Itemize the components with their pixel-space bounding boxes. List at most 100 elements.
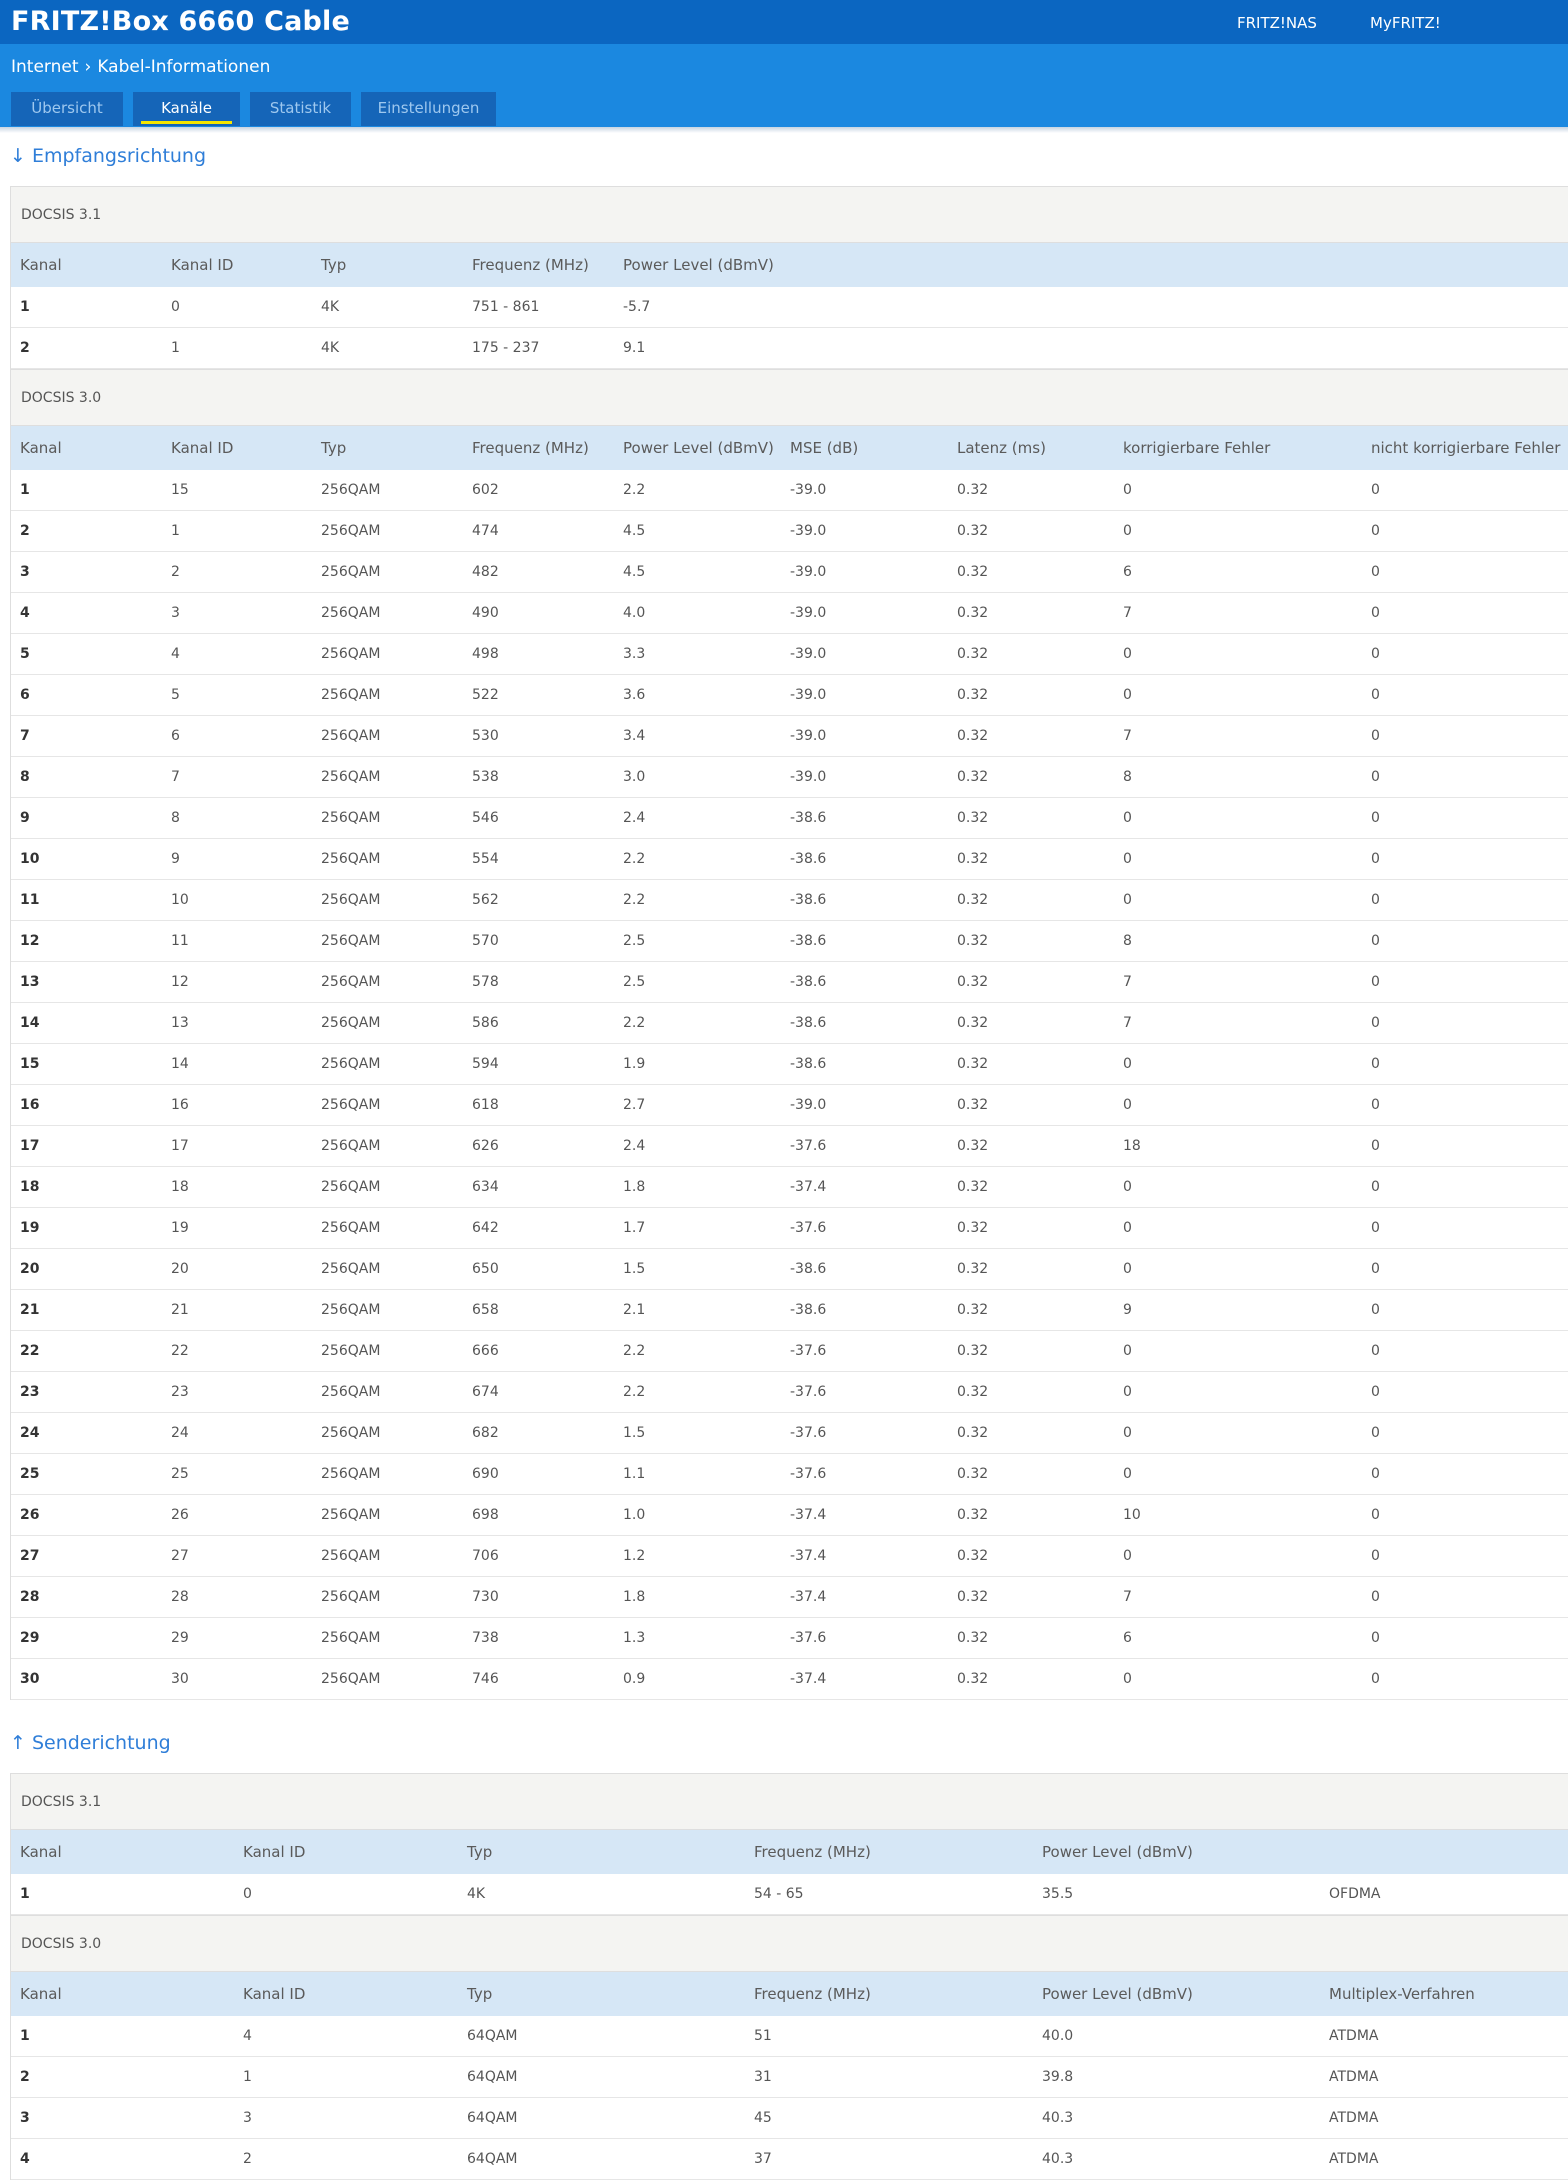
table-cell: 1 (171, 523, 180, 539)
table-cell: 18 (20, 1179, 40, 1195)
tab-uebersicht[interactable]: Übersicht (11, 92, 123, 126)
column-header: Kanal (20, 1985, 62, 2003)
table-cell: 1.5 (623, 1261, 646, 1277)
table-cell: 1 (20, 2028, 30, 2044)
table-cell: 0.32 (957, 1056, 989, 1072)
table-cell: 474 (472, 523, 499, 539)
table-cell: 0.32 (957, 1261, 989, 1277)
table-cell: 1 (20, 482, 30, 498)
table-cell: -38.6 (790, 1261, 827, 1277)
column-header: Power Level (dBmV) (623, 439, 774, 457)
table-cell: 23 (20, 1384, 40, 1400)
table-cell: 15 (20, 1056, 40, 1072)
table-cell: 0.32 (957, 974, 989, 990)
table-cell: 0 (1371, 1220, 1380, 1236)
table-cell: 256QAM (321, 1179, 381, 1195)
table-cell: 0 (1371, 1466, 1380, 1482)
table-cell: 6 (1123, 564, 1132, 580)
table-cell: -39.0 (790, 482, 827, 498)
fritz-nas-link[interactable]: FRITZ!NAS (1237, 14, 1317, 32)
table-cell: -37.4 (790, 1507, 827, 1523)
table-row: 26 26 256QAM 698 1.0 -37.4 0.32 10 0 (11, 1495, 1568, 1536)
table-cell: 4 (243, 2028, 252, 2044)
table-cell: 256QAM (321, 1138, 381, 1154)
table-cell: 256QAM (321, 1630, 381, 1646)
table-cell: 3.0 (623, 769, 646, 785)
table-cell: 0 (1371, 482, 1380, 498)
table-row: 20 20 256QAM 650 1.5 -38.6 0.32 0 0 (11, 1249, 1568, 1290)
table-cell: 16 (171, 1097, 189, 1113)
table-cell: -38.6 (790, 1015, 827, 1031)
table-cell: 256QAM (321, 523, 381, 539)
table-cell: 602 (472, 482, 499, 498)
table-cell: -37.4 (790, 1671, 827, 1687)
table-cell: 0 (1371, 933, 1380, 949)
tab-statistik[interactable]: Statistik (250, 92, 351, 126)
table-cell: 1 (20, 1886, 30, 1902)
table-cell: -38.6 (790, 1056, 827, 1072)
table-cell: 682 (472, 1425, 499, 1441)
column-header: Latenz (ms) (957, 439, 1046, 457)
table-cell: 4.5 (623, 564, 646, 580)
table-cell: 2.4 (623, 810, 646, 826)
table-cell: -37.4 (790, 1179, 827, 1195)
table-row: 17 17 256QAM 626 2.4 -37.6 0.32 18 0 (11, 1126, 1568, 1167)
breadcrumb-internet[interactable]: Internet (11, 57, 79, 77)
table-cell: 0.32 (957, 1466, 989, 1482)
table-row: 22 22 256QAM 666 2.2 -37.6 0.32 0 0 (11, 1331, 1568, 1372)
sub-header: Internet › Kabel-Informationen Übersicht K… (0, 44, 1568, 127)
tab-kanaele[interactable]: Kanäle (133, 92, 240, 126)
table-row: 1 0 4K 54 - 65 35.5 OFDMA (11, 1874, 1568, 1915)
table-cell: 0 (1371, 1138, 1380, 1154)
table-cell: 16 (20, 1097, 40, 1113)
table-cell: -38.6 (790, 810, 827, 826)
table-cell: 1.8 (623, 1589, 646, 1605)
table-cell: 256QAM (321, 769, 381, 785)
table-cell: 64QAM (467, 2110, 518, 2126)
table-cell: 256QAM (321, 605, 381, 621)
table-row: 1 15 256QAM 602 2.2 -39.0 0.32 0 0 (11, 470, 1568, 511)
table-cell: 0 (1123, 1220, 1132, 1236)
table-cell: 0 (1371, 769, 1380, 785)
table-cell: -37.6 (790, 1343, 827, 1359)
table-cell: 0 (1123, 1261, 1132, 1277)
table-cell: 7 (1123, 974, 1132, 990)
table-cell: 4K (321, 340, 340, 356)
table-cell: 21 (20, 1302, 40, 1318)
table-cell: -38.6 (790, 892, 827, 908)
table-cell: 256QAM (321, 1056, 381, 1072)
table-cell: 0 (1371, 1671, 1380, 1687)
table-cell: 256QAM (321, 1220, 381, 1236)
table-cell: 0 (171, 299, 180, 315)
table-cell: 0.32 (957, 646, 989, 662)
table-cell: 0 (243, 1886, 252, 1902)
table-cell: 3.3 (623, 646, 646, 662)
table-cell: 0 (1123, 851, 1132, 867)
table-cell: 9.1 (623, 340, 646, 356)
table-row: 12 11 256QAM 570 2.5 -38.6 0.32 8 0 (11, 921, 1568, 962)
table-cell: 256QAM (321, 687, 381, 703)
table-cell: -39.0 (790, 1097, 827, 1113)
table-cell: 10 (171, 892, 189, 908)
tab-einstellungen[interactable]: Einstellungen (361, 92, 496, 126)
table-cell: 27 (20, 1548, 40, 1564)
table-row: 19 19 256QAM 642 1.7 -37.6 0.32 0 0 (11, 1208, 1568, 1249)
table-row: 1 0 4K 751 - 861 -5.7 (11, 287, 1568, 328)
table-cell: ATDMA (1329, 2028, 1379, 2044)
myfritz-link[interactable]: MyFRITZ! (1370, 14, 1441, 32)
upstream-title: ↑ Senderichtung (10, 1732, 171, 1754)
table-row: 25 25 256QAM 690 1.1 -37.6 0.32 0 0 (11, 1454, 1568, 1495)
chevron-right-icon: › (84, 57, 92, 77)
table-cell: 530 (472, 728, 499, 744)
table-cell: 4 (20, 605, 30, 621)
table-cell: 30 (171, 1671, 189, 1687)
table-cell: 6 (171, 728, 180, 744)
table-cell: 0 (1371, 1343, 1380, 1359)
table-cell: 51 (754, 2028, 772, 2044)
table-cell: 31 (754, 2069, 772, 2085)
table-cell: 0.32 (957, 1015, 989, 1031)
column-header: Kanal ID (171, 439, 234, 457)
table-cell: 0.32 (957, 1179, 989, 1195)
table-cell: 0 (1371, 1056, 1380, 1072)
column-header: Frequenz (MHz) (472, 256, 589, 274)
